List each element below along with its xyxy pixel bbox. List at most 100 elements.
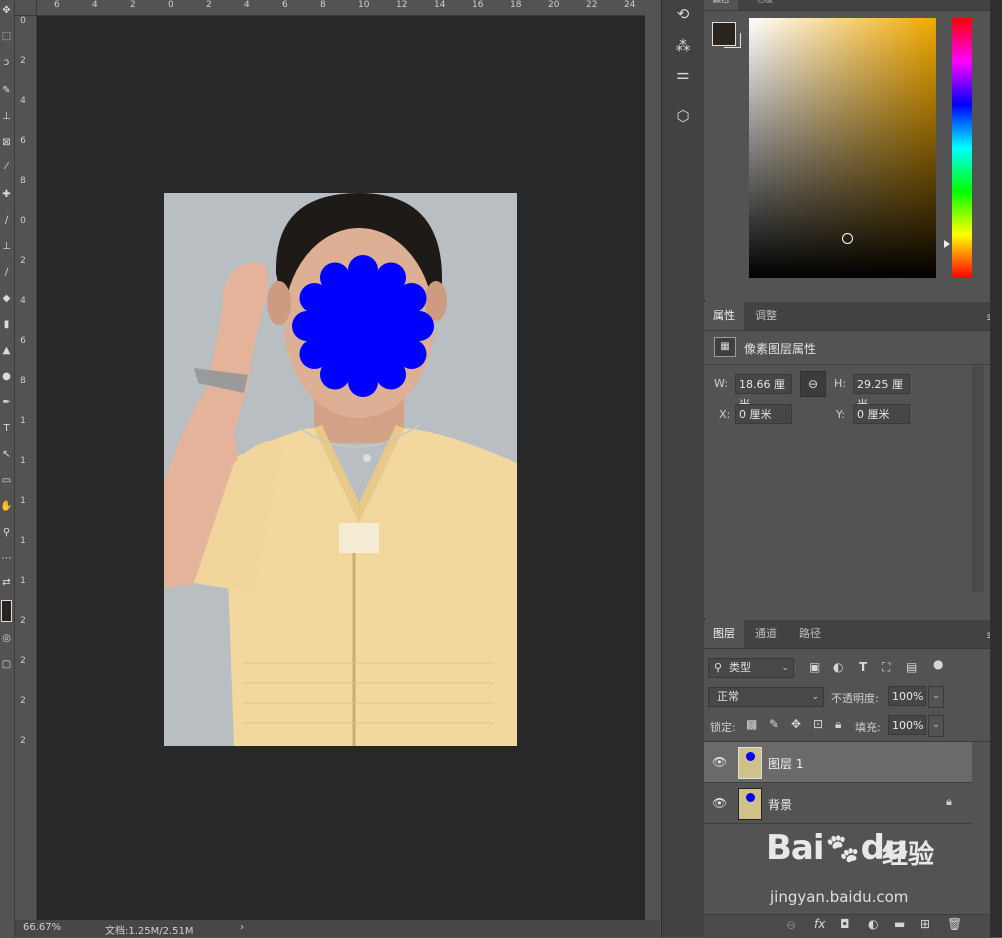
ruler-tick-label: 0 xyxy=(168,0,174,10)
move-tool-icon[interactable]: ✥ xyxy=(0,4,13,18)
height-field[interactable]: 29.25 厘米 xyxy=(853,374,910,411)
opacity-field[interactable]: 100% xyxy=(888,686,926,706)
photo-illustration xyxy=(164,193,517,746)
filter-pixel-icon[interactable]: ▣ xyxy=(809,660,820,674)
lock-paint-icon[interactable]: ✎ xyxy=(769,717,779,731)
layer-row-background[interactable]: 👁︎ 背景 🔒︎ xyxy=(704,783,972,824)
tab-color[interactable]: 颜色 xyxy=(704,0,738,10)
eye-icon[interactable]: 👁︎ xyxy=(712,755,727,769)
lock-artboard-icon[interactable]: ⊡ xyxy=(813,717,823,731)
shape-tool-icon[interactable]: ▭ xyxy=(0,474,13,488)
swap-colors-icon[interactable]: ⇄ xyxy=(0,576,13,590)
more-tools-icon[interactable]: ⋯ xyxy=(0,552,13,566)
hue-slider[interactable] xyxy=(952,18,972,278)
delete-layer-icon[interactable]: 🗑︎ xyxy=(947,917,962,931)
link-layers-icon[interactable]: ⊖ xyxy=(786,918,796,932)
fill-chevron-icon[interactable]: ⌄ xyxy=(928,715,944,737)
stamp-tool-icon[interactable]: ⊥ xyxy=(0,240,13,254)
tab-channels[interactable]: 通道 xyxy=(746,620,786,648)
pen-tool-icon[interactable]: ✒ xyxy=(0,396,13,410)
lock-position-icon[interactable]: ✥ xyxy=(791,717,801,731)
layer-row-layer1[interactable]: 👁︎ 图层 1 xyxy=(704,742,972,783)
pixel-layer-icon: ▦ xyxy=(714,337,736,357)
adjustments-icon[interactable]: ⚌ xyxy=(667,60,699,88)
ruler-tick-label: 1 xyxy=(20,576,26,586)
watermark-brand: Bai xyxy=(766,828,825,868)
eyedropper-tool-icon[interactable]: ⁄ xyxy=(0,160,13,174)
layer-name[interactable]: 图层 1 xyxy=(768,755,803,772)
foreground-color-swatch[interactable] xyxy=(1,600,12,622)
new-layer-icon[interactable]: ⊞ xyxy=(920,917,930,931)
new-group-icon[interactable]: ▬ xyxy=(894,917,905,931)
paw-icon: 🐾︎ xyxy=(823,832,862,867)
lock-all-icon[interactable]: 🔒︎ xyxy=(835,717,841,732)
width-field[interactable]: 18.66 厘米 xyxy=(735,374,792,411)
tab-layers[interactable]: 图层 xyxy=(704,620,744,648)
y-field[interactable]: 0 厘米 xyxy=(853,404,910,424)
filter-adjustment-icon[interactable]: ◐ xyxy=(833,660,843,674)
blend-mode-dropdown[interactable]: 正常 ⌄ xyxy=(708,687,824,707)
layer-name[interactable]: 背景 xyxy=(768,796,792,813)
adjustment-layer-icon[interactable]: ◐ xyxy=(868,917,878,931)
tab-paths[interactable]: 路径 xyxy=(790,620,830,648)
zoom-level[interactable]: 66.67% xyxy=(23,922,61,933)
chevron-down-icon: ⌄ xyxy=(781,663,789,673)
frame-tool-icon[interactable]: ⊠ xyxy=(0,136,13,150)
ruler-corner xyxy=(15,0,37,16)
history-panel-icon[interactable]: ⟲ xyxy=(667,0,699,28)
panel-icon-strip: ⟲ ⁂ ⚌ ⬡ xyxy=(661,0,705,937)
lock-transparent-icon[interactable]: ▩ xyxy=(746,717,757,731)
fx-icon[interactable]: fx xyxy=(814,917,825,931)
tab-properties[interactable]: 属性 xyxy=(704,302,744,330)
eraser-tool-icon[interactable]: ◆ xyxy=(0,292,13,306)
fill-field[interactable]: 100% xyxy=(888,715,926,735)
crop-tool-icon[interactable]: ⊥ xyxy=(0,110,13,124)
marquee-tool-icon[interactable]: ⬚ xyxy=(0,30,13,44)
status-arrow-icon[interactable]: › xyxy=(240,922,244,933)
color-panel: 颜色 色板 xyxy=(704,0,990,300)
document-info[interactable]: 文档:1.25M/2.51M xyxy=(105,922,194,937)
filter-shape-icon[interactable]: ⛶ xyxy=(882,660,890,675)
background-color-box[interactable] xyxy=(724,33,741,48)
brush-settings-icon[interactable]: ⁂ xyxy=(667,32,699,60)
tab-adjustments[interactable]: 调整 xyxy=(746,302,786,330)
gradient-tool-icon[interactable]: ▮ xyxy=(0,318,13,332)
lock-label: 锁定: xyxy=(710,721,736,734)
filter-type-icon[interactable]: T xyxy=(859,660,867,674)
color-picker-handle[interactable] xyxy=(842,233,853,244)
layer-filter-dropdown[interactable]: ⚲ 类型 ⌄ xyxy=(708,658,794,678)
link-dimensions-icon[interactable]: ⊖ xyxy=(800,371,826,397)
add-mask-icon[interactable]: ◘ xyxy=(840,917,850,931)
path-select-tool-icon[interactable]: ↖ xyxy=(0,448,13,462)
brush-tool-icon[interactable]: ∕ xyxy=(0,214,13,228)
quick-select-tool-icon[interactable]: ✎ xyxy=(0,84,13,98)
document-image[interactable] xyxy=(164,193,517,746)
lasso-tool-icon[interactable]: ↄ xyxy=(0,56,13,70)
layer-thumbnail xyxy=(738,788,762,820)
ruler-tick-label: 10 xyxy=(358,0,370,10)
eye-icon[interactable]: 👁︎ xyxy=(712,796,727,810)
opacity-chevron-icon[interactable]: ⌄ xyxy=(928,686,944,708)
ruler-tick-label: 2 xyxy=(20,696,26,706)
tab-swatches[interactable]: 色板 xyxy=(748,0,782,10)
type-tool-icon[interactable]: T xyxy=(0,422,13,436)
ruler-tick-label: 4 xyxy=(244,0,250,10)
history-brush-tool-icon[interactable]: ∕ xyxy=(0,266,13,280)
hue-slider-handle[interactable] xyxy=(944,240,950,248)
quick-mask-icon[interactable]: ◎ xyxy=(0,632,13,646)
lock-icon: 🔒︎ xyxy=(946,795,952,808)
blur-tool-icon[interactable]: ▲ xyxy=(0,344,13,358)
ruler-tick-label: 18 xyxy=(510,0,522,10)
hand-tool-icon[interactable]: ✋ xyxy=(0,500,13,514)
zoom-tool-icon[interactable]: ⚲ xyxy=(0,526,13,540)
watermark-cn: 经验 xyxy=(882,840,935,870)
layers-tabs: 图层 通道 路径 ≡ xyxy=(704,620,996,649)
filter-smartobject-icon[interactable]: ▤ xyxy=(906,660,917,674)
healing-tool-icon[interactable]: ✚ xyxy=(0,188,13,202)
screen-mode-icon[interactable]: ▢ xyxy=(0,658,13,672)
filter-toggle-icon[interactable]: ● xyxy=(933,657,943,671)
dodge-tool-icon[interactable]: ● xyxy=(0,370,13,384)
x-field[interactable]: 0 厘米 xyxy=(735,404,792,424)
3d-panel-icon[interactable]: ⬡ xyxy=(667,102,699,130)
properties-scrollbar[interactable] xyxy=(972,366,984,592)
